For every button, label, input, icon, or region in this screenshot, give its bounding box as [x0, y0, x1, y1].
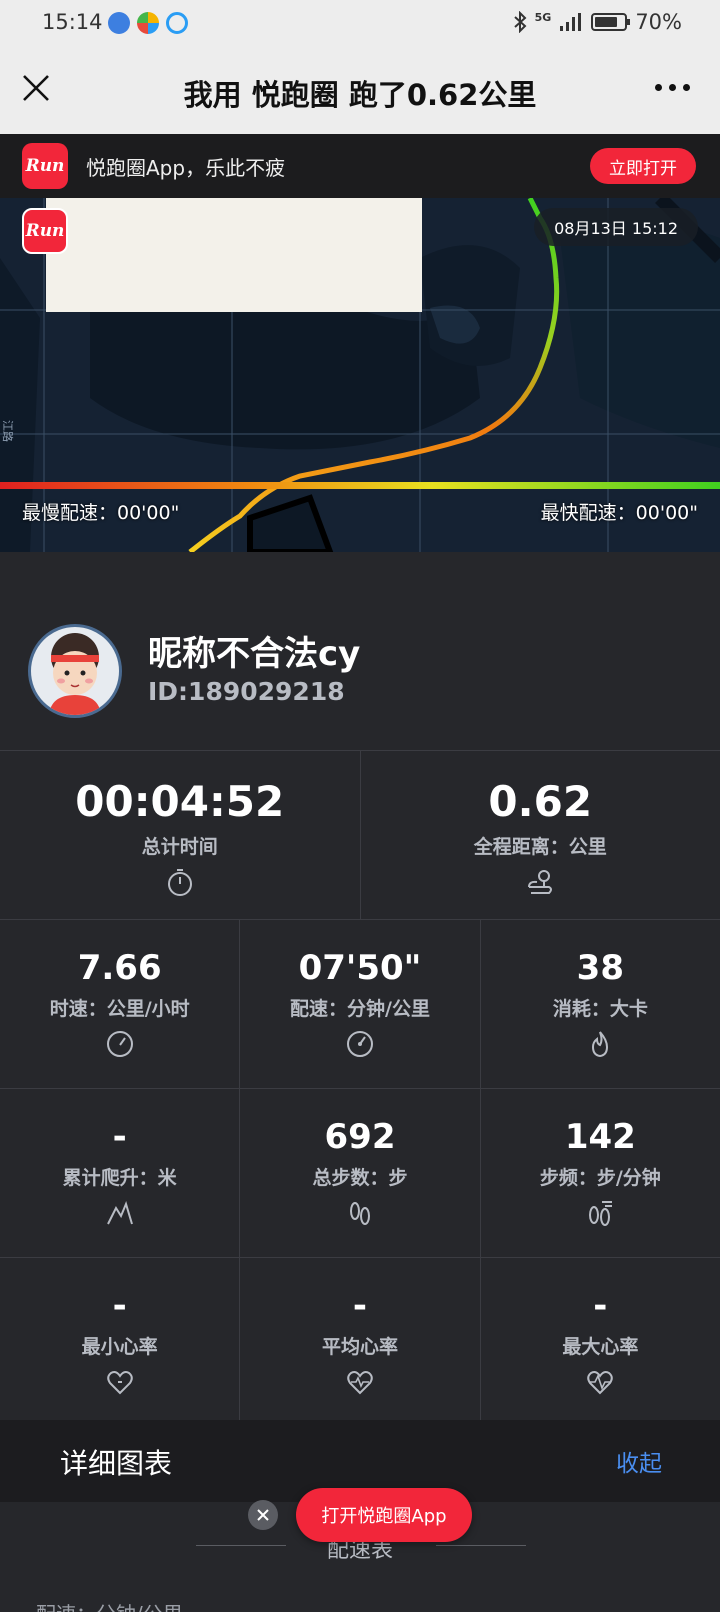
- road-label: 江路: [1, 420, 14, 442]
- speed-cell: 7.66 时速：公里/小时: [0, 920, 241, 1088]
- map-watermark-logo: Run: [22, 208, 68, 254]
- cartoon-runner-avatar: [49, 633, 101, 715]
- steps-cell: 692 总步数：步: [240, 1089, 481, 1257]
- user-id: ID:189029218: [148, 677, 345, 706]
- app-banner-text: 悦跑圈App，乐此不疲: [86, 156, 286, 180]
- distance-cell: 0.62 全程距离：公里: [361, 751, 720, 919]
- pace-gauge-icon: [346, 1031, 373, 1057]
- signal-type: 5G: [534, 10, 552, 24]
- elevation-label: 累计爬升：米: [62, 1167, 177, 1189]
- speed-label: 时速：公里/小时: [49, 998, 190, 1020]
- notification-icons: [108, 12, 188, 34]
- total-time-value: 00:04:52: [75, 777, 285, 826]
- elevation-cell: - 累计爬升：米: [0, 1089, 241, 1257]
- bluetooth-icon: [513, 11, 527, 33]
- distance-label: 全程距离：公里: [473, 836, 607, 858]
- battery-percent: 70%: [635, 10, 682, 34]
- speedometer-icon: [106, 1031, 133, 1057]
- calories-cell: 38 消耗：大卡: [481, 920, 720, 1088]
- stats-row-2: - 累计爬升：米 692 总步数：步 142 步频：步/分钟: [0, 1088, 720, 1257]
- user-profile: 昵称不合法cy ID:189029218: [0, 552, 720, 750]
- avg-heart-rate-cell: - 平均心率: [240, 1258, 481, 1426]
- min-heart-rate-value: -: [112, 1286, 127, 1326]
- max-heart-rate-label: 最大心率: [562, 1336, 639, 1358]
- steps-label: 总步数：步: [312, 1167, 408, 1189]
- signal-bars-icon: [560, 13, 582, 31]
- detail-chart-title: 详细图表: [60, 1447, 173, 1480]
- route-icon: [528, 870, 553, 894]
- stopwatch-icon: [167, 869, 192, 896]
- max-heart-rate-cell: - 最大心率: [481, 1258, 720, 1426]
- stats-grid: 00:04:52 总计时间 0.62 全程距离：公里 7.66 时速：公里/小时…: [0, 750, 720, 1426]
- avg-heart-rate-value: -: [352, 1286, 368, 1326]
- pace-label: 配速：分钟/公里: [290, 998, 430, 1020]
- min-heart-rate-cell: - 最小心率: [0, 1258, 241, 1426]
- calories-label: 消耗：大卡: [552, 998, 648, 1020]
- stats-row-1: 7.66 时速：公里/小时 07'50" 配速：分钟/公里 38 消耗：大卡: [0, 919, 720, 1088]
- divider: [436, 1545, 526, 1546]
- summary-row: 00:04:52 总计时间 0.62 全程距离：公里: [0, 750, 720, 919]
- footprints-icon: [349, 1202, 370, 1225]
- status-bar: 15:14 5G 70%: [0, 0, 720, 46]
- app-notification-icon: [108, 12, 130, 34]
- steps-value: 692: [324, 1117, 396, 1157]
- fastest-pace: 最快配速：00'00": [540, 502, 698, 524]
- heart-avg-icon: [347, 1371, 373, 1395]
- close-floating-banner-button[interactable]: [248, 1500, 278, 1530]
- battery-icon: [591, 13, 631, 31]
- calories-value: 38: [576, 948, 624, 988]
- more-options-icon[interactable]: [655, 84, 690, 91]
- nav-bar: 我用 悦跑圈 跑了0.62公里: [0, 46, 720, 134]
- pace-cell: 07'50" 配速：分钟/公里: [240, 920, 481, 1088]
- open-app-button[interactable]: 立即打开: [590, 148, 696, 184]
- app-banner: Run 悦跑圈App，乐此不疲 立即打开: [0, 134, 720, 198]
- stats-row-3: - 最小心率 - 平均心率 - 最大心率: [0, 1257, 720, 1426]
- close-icon: [257, 1509, 269, 1521]
- run-datetime: 08月13日 15:12: [534, 208, 698, 246]
- distance-value: 0.62: [488, 777, 593, 826]
- cadence-value: 142: [564, 1117, 636, 1157]
- open-app-floating-button[interactable]: 打开悦跑圈App: [296, 1488, 472, 1542]
- cadence-cell: 142 步频：步/分钟: [481, 1089, 720, 1257]
- total-time-label: 总计时间: [141, 836, 218, 858]
- chat-bubble-icon: [166, 12, 188, 34]
- app-logo: Run: [22, 143, 68, 189]
- route-map[interactable]: 江路 Run 08月13日 15:12 最慢配速：00'00" 最快配速：00'…: [0, 198, 720, 552]
- heart-max-icon: [587, 1371, 614, 1395]
- collapse-link[interactable]: 收起: [616, 1444, 662, 1478]
- pace-axis-label: 配速：分钟/公里: [36, 1598, 183, 1612]
- max-heart-rate-value: -: [593, 1286, 608, 1326]
- status-time: 15:14: [42, 10, 103, 34]
- page-title: 我用 悦跑圈 跑了0.62公里: [183, 78, 537, 112]
- user-name: 昵称不合法cy: [148, 634, 361, 674]
- status-right: 5G 70%: [513, 10, 682, 34]
- min-heart-rate-label: 最小心率: [81, 1336, 158, 1358]
- flame-icon: [592, 1031, 609, 1058]
- cadence-icon: [589, 1201, 613, 1226]
- avg-heart-rate-label: 平均心率: [321, 1336, 398, 1358]
- heart-min-icon: [106, 1371, 133, 1395]
- total-time-cell: 00:04:52 总计时间: [0, 751, 361, 919]
- elevation-value: -: [112, 1117, 127, 1157]
- avatar[interactable]: [28, 624, 122, 718]
- speed-value: 7.66: [77, 948, 162, 988]
- slowest-pace: 最慢配速：00'00": [22, 502, 180, 524]
- pinwheel-icon: [137, 12, 159, 34]
- cadence-label: 步频：步/分钟: [539, 1167, 661, 1189]
- mountain-icon: [106, 1201, 133, 1225]
- pace-value: 07'50": [298, 948, 422, 988]
